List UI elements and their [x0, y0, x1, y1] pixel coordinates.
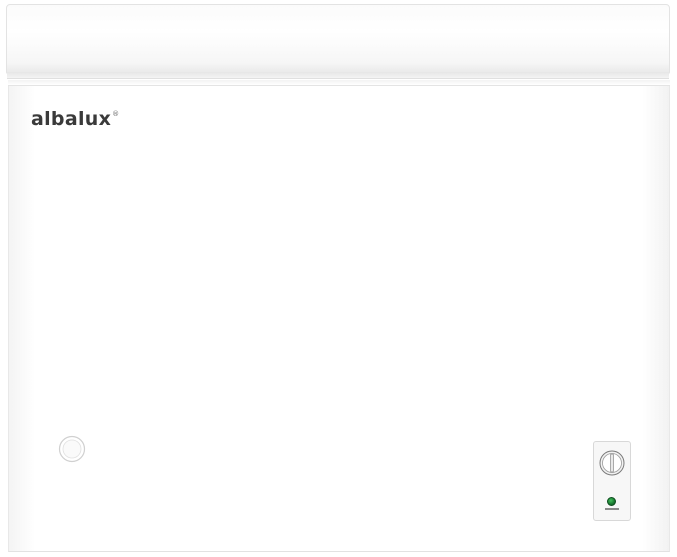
product-photo: albalux® — [0, 0, 677, 557]
drain-cap-icon — [58, 435, 86, 463]
freezer-lid — [6, 4, 670, 79]
control-panel — [593, 441, 631, 521]
registered-mark: ® — [112, 110, 120, 118]
freezer-cabinet: albalux® — [8, 86, 670, 552]
brand-logo: albalux® — [31, 108, 119, 130]
thermostat-knob-icon[interactable] — [599, 450, 625, 476]
indicator-label-mark — [605, 508, 619, 510]
brand-name: albalux — [31, 108, 112, 130]
power-indicator-light — [607, 497, 616, 506]
lid-edge — [7, 72, 669, 79]
